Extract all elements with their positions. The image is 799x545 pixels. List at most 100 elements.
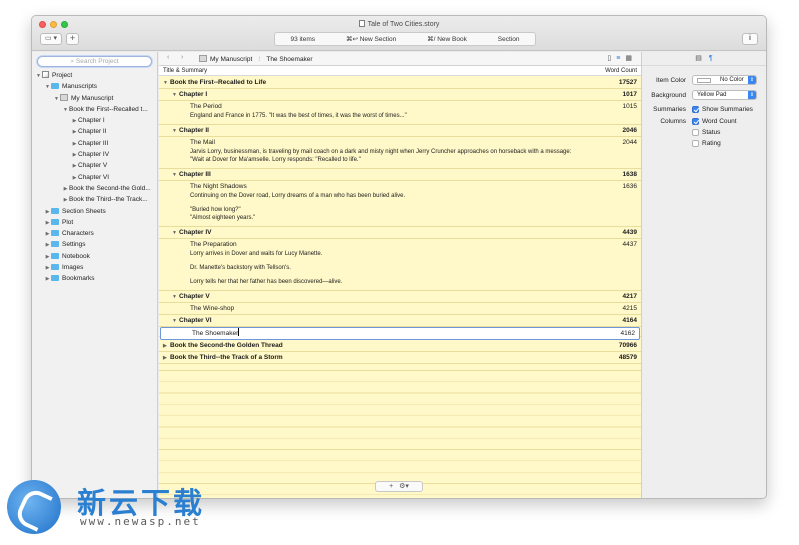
show-summaries-checkbox[interactable] bbox=[692, 106, 699, 113]
color-swatch bbox=[697, 78, 711, 83]
search-placeholder: Search Project bbox=[75, 58, 119, 65]
trash-icon[interactable]: ▤ bbox=[695, 55, 702, 62]
row-summary[interactable]: England and France in 1775. "It was the … bbox=[159, 112, 641, 124]
outline-row-title: ▶ Book the Third--the Track of a Storm bbox=[163, 352, 283, 364]
outline-view-icon[interactable]: ≡ bbox=[616, 55, 625, 62]
sidebar-item[interactable]: ▶ Section Sheets bbox=[32, 206, 157, 217]
sidebar-item[interactable]: ▶ Characters bbox=[32, 228, 157, 239]
outline-row[interactable]: ▼ Chapter III 1638 bbox=[159, 169, 641, 181]
disclosure-open-icon[interactable]: ▼ bbox=[172, 316, 179, 327]
sidebar-item[interactable]: ▶ Notebook bbox=[32, 251, 157, 262]
outliner-footer-controls: + ⚙▾ bbox=[375, 481, 423, 492]
disclosure-open-icon[interactable]: ▼ bbox=[172, 170, 179, 181]
sidebar-item[interactable]: ▶ Chapter V bbox=[32, 160, 157, 171]
info-button[interactable]: i bbox=[742, 33, 758, 45]
row-summary[interactable]: Continuing on the Dover road, Lorry drea… bbox=[159, 192, 641, 226]
summary-line: "Almost eighteen years." bbox=[190, 215, 256, 221]
word-count-cell: 4217 bbox=[622, 293, 637, 300]
item-color-value: No Color bbox=[720, 77, 744, 83]
sidebar-item-label: Book the First--Recalled t... bbox=[69, 105, 148, 113]
sidebar-item[interactable]: ▼ Manuscripts bbox=[32, 81, 157, 92]
disclosure-open-icon[interactable]: ▼ bbox=[172, 126, 179, 137]
sidebar-item-label: Chapter II bbox=[78, 128, 107, 136]
activity-bar: 93 items ⌘↩ New Section ⌘/ New Book Sect… bbox=[274, 32, 536, 46]
background-popup[interactable]: Yellow Pad ⇕ bbox=[692, 90, 757, 100]
disclosure-closed-icon[interactable]: ▶ bbox=[44, 274, 51, 285]
outline-row[interactable]: The Preparation 4437 Lorry arrives in Dove… bbox=[159, 239, 641, 291]
word-count-column[interactable]: Word Count bbox=[605, 66, 637, 76]
sidebar-item-label: Plot bbox=[62, 218, 74, 226]
sidebar-item[interactable]: ▶ Chapter III bbox=[32, 138, 157, 149]
sidebar-item[interactable]: ▶ Bookmarks bbox=[32, 273, 157, 284]
manuscript-icon bbox=[199, 55, 207, 62]
row-title-text: The Mail bbox=[190, 139, 215, 146]
sidebar-item[interactable]: ▶ Chapter I bbox=[32, 115, 157, 126]
outline-row[interactable]: ▶ Book the Third--the Track of a Storm 485… bbox=[159, 352, 641, 364]
document-view-icon[interactable]: ▯ bbox=[607, 55, 616, 62]
search-field[interactable]: ⌕ Search Project bbox=[37, 56, 152, 67]
disclosure-closed-icon[interactable]: ▶ bbox=[163, 341, 170, 352]
sidebar-item[interactable]: ▶ Images bbox=[32, 262, 157, 273]
breadcrumb-manuscript[interactable]: My Manuscript bbox=[210, 56, 252, 63]
outline-row[interactable]: ▼ Chapter I 1017 bbox=[159, 89, 641, 101]
back-arrow-icon[interactable]: ‹ bbox=[167, 54, 169, 61]
sidebar-item[interactable]: ▶ Settings bbox=[32, 239, 157, 250]
sidebar-item[interactable]: ▼Book the First--Recalled t... bbox=[32, 104, 157, 115]
sidebar-item[interactable]: ▶ Book the Second-the Gold... bbox=[32, 183, 157, 194]
row-title-text: Book the Second-the Golden Thread bbox=[170, 342, 283, 349]
outline-row[interactable]: The Night Shadows 1636 Continuing on the D… bbox=[159, 181, 641, 227]
rating-checkbox[interactable] bbox=[692, 140, 699, 147]
outline-row[interactable]: The Mail 2044 Jarvis Lorry, businessman, i… bbox=[159, 137, 641, 169]
outline-row[interactable]: The Wine-shop 4215 bbox=[159, 303, 641, 315]
outline-row[interactable]: The Period 1015 England and France in 1775… bbox=[159, 101, 641, 125]
word-count-cell: 70966 bbox=[618, 342, 637, 349]
disclosure-open-icon[interactable]: ▼ bbox=[172, 292, 179, 303]
document-icon bbox=[358, 20, 365, 27]
view-mode-icons: ▯≡▦ bbox=[607, 54, 637, 62]
corkboard-view-icon[interactable]: ▦ bbox=[625, 55, 637, 62]
disclosure-open-icon[interactable]: ▼ bbox=[172, 90, 179, 101]
show-summaries-label: Show Summaries bbox=[702, 106, 753, 113]
word-count-cell: 1015 bbox=[622, 103, 637, 110]
outline-row-title: ▶ Book the Second-the Golden Thread bbox=[163, 340, 283, 352]
outline-row[interactable]: ▶ Book the Second-the Golden Thread 70966 bbox=[159, 340, 641, 352]
paragraph-icon[interactable]: ¶ bbox=[709, 55, 713, 62]
title-summary-column[interactable]: Title & Summary bbox=[163, 68, 207, 74]
word-count-checkbox[interactable] bbox=[692, 118, 699, 125]
add-row-button[interactable]: + bbox=[389, 483, 393, 490]
add-button[interactable]: + bbox=[66, 33, 79, 45]
disclosure-closed-icon[interactable]: ▶ bbox=[163, 353, 170, 364]
outline-row[interactable]: ▼ Chapter V 4217 bbox=[159, 291, 641, 303]
word-count-cell: 2044 bbox=[622, 139, 637, 146]
sidebar-item-label: Settings bbox=[62, 241, 86, 249]
outline-row[interactable]: ▼ Chapter II 2046 bbox=[159, 125, 641, 137]
sidebar-item[interactable]: ▼ My Manuscript bbox=[32, 93, 157, 104]
status-checkbox[interactable] bbox=[692, 129, 699, 136]
sidebar-item[interactable]: ▶ Book the Third--the Track... bbox=[32, 194, 157, 205]
sidebar-item[interactable]: ▶ Chapter II bbox=[32, 126, 157, 137]
outline-row[interactable]: ▼ Chapter VI 4164 bbox=[159, 315, 641, 327]
sidebar-item-label: Chapter V bbox=[78, 162, 108, 170]
view-toggle-button[interactable]: ▭ ▾ bbox=[40, 33, 62, 45]
row-summary[interactable]: Lorry arrives in Dover and waits for Luc… bbox=[159, 250, 641, 290]
summary-line: Lorry tells her that her father has been… bbox=[190, 279, 343, 285]
newasp-logo-icon bbox=[7, 480, 61, 534]
sidebar-item[interactable]: ▶ Chapter IV bbox=[32, 149, 157, 160]
new-book-shortcut: ⌘/ New Book bbox=[427, 36, 467, 43]
sidebar-item[interactable]: ▶ Plot bbox=[32, 217, 157, 228]
item-color-popup[interactable]: No Color ⇕ bbox=[692, 75, 757, 85]
outline-row-title: ▼ Chapter IV bbox=[172, 227, 212, 239]
outline-row[interactable]: ▼ Book the First--Recalled to Life 17527 bbox=[159, 77, 641, 89]
chevron-updown-icon: ⇕ bbox=[748, 76, 756, 84]
sidebar-item[interactable]: ▶ Chapter VI bbox=[32, 172, 157, 183]
outline-row[interactable]: The Shoemaker 4162 bbox=[160, 327, 640, 340]
row-title-text: Book the First--Recalled to Life bbox=[170, 79, 267, 86]
disclosure-open-icon[interactable]: ▼ bbox=[172, 228, 179, 239]
disclosure-open-icon[interactable]: ▼ bbox=[163, 78, 170, 89]
forward-arrow-icon[interactable]: › bbox=[181, 54, 183, 61]
breadcrumb-current[interactable]: The Shoemaker bbox=[266, 56, 312, 63]
row-summary[interactable]: Jarvis Lorry, businessman, is traveling … bbox=[159, 148, 641, 168]
gear-icon[interactable]: ⚙▾ bbox=[399, 483, 409, 490]
sidebar-item[interactable]: ▼ Project bbox=[32, 70, 157, 81]
outline-row[interactable]: ▼ Chapter IV 4439 bbox=[159, 227, 641, 239]
